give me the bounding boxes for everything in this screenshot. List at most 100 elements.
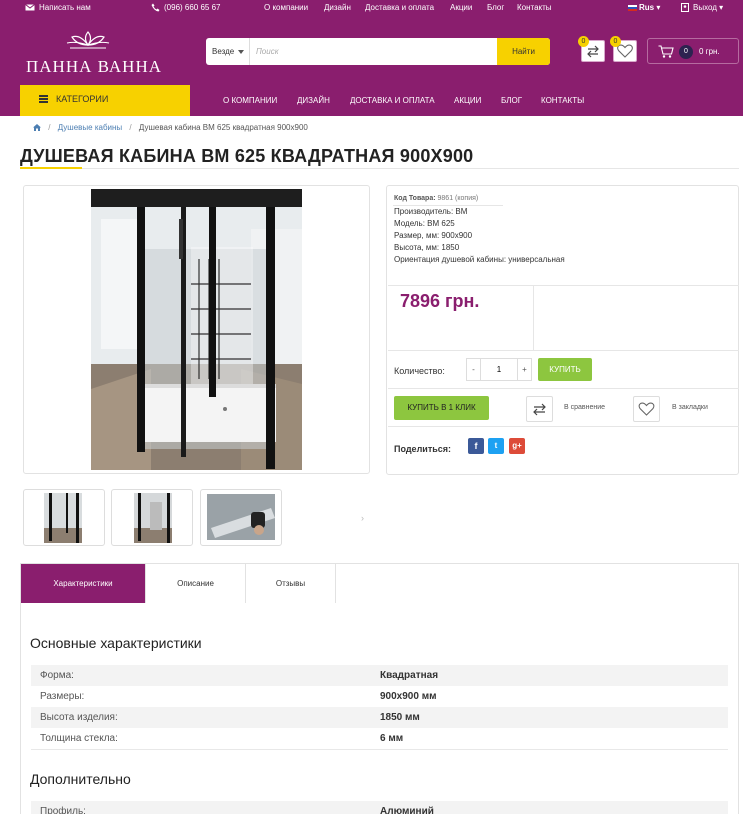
add-to-wishlist-button[interactable] xyxy=(633,396,660,422)
write-us-link[interactable]: Написать нам xyxy=(25,3,91,12)
tab-description[interactable]: Описание xyxy=(146,564,246,603)
thumbnail-image xyxy=(44,493,82,543)
nav-item-delivery[interactable]: ДОСТАВКА И ОПЛАТА xyxy=(350,96,435,105)
compare-button[interactable]: 0 xyxy=(578,36,605,62)
nav-item-contacts[interactable]: КОНТАКТЫ xyxy=(541,96,584,105)
phone-icon xyxy=(151,3,160,12)
twitter-share-icon[interactable]: t xyxy=(488,438,504,454)
product-tabs: Характеристики Описание Отзывы xyxy=(20,563,739,603)
title-divider xyxy=(20,168,739,169)
thumbnail-1[interactable] xyxy=(23,489,105,546)
gallery-next-arrow[interactable]: › xyxy=(361,513,364,523)
categories-button[interactable]: КАТЕГОРИИ xyxy=(20,85,190,116)
product-photo[interactable] xyxy=(91,189,302,470)
google-plus-share-icon[interactable]: g+ xyxy=(509,438,525,454)
top-link-contacts[interactable]: Контакты xyxy=(517,3,552,12)
thumbnail-3[interactable] xyxy=(200,489,282,546)
quantity-stepper: - + xyxy=(466,358,532,381)
title-accent-bar xyxy=(20,167,82,169)
tab-reviews[interactable]: Отзывы xyxy=(246,564,336,603)
divider xyxy=(388,426,739,427)
attr-manufacturer: Производитель: BM xyxy=(394,207,468,216)
header: ПАННА ВАННА Везде Найти 0 0 0 0 грн. xyxy=(0,15,743,85)
heart-icon xyxy=(638,402,655,416)
top-bar: Написать нам (096) 660 65 67 О компании … xyxy=(0,0,743,15)
breadcrumb-separator: / xyxy=(48,123,51,132)
logo-text[interactable]: ПАННА ВАННА xyxy=(26,57,162,77)
user-icon xyxy=(681,3,689,13)
divider xyxy=(31,749,728,750)
flag-ru-icon xyxy=(628,4,637,11)
wishlist-button[interactable]: 0 xyxy=(610,36,637,62)
top-link-about[interactable]: О компании xyxy=(264,3,308,12)
divider xyxy=(393,205,503,206)
buy-one-click-button[interactable]: КУПИТЬ В 1 КЛИК xyxy=(394,396,489,420)
breadcrumb-link-category[interactable]: Душевые кабины xyxy=(58,123,122,132)
spec-value: 900x900 мм xyxy=(380,691,437,702)
top-link-promo[interactable]: Акции xyxy=(450,3,472,12)
product-code-label: Код Товара: xyxy=(394,195,436,202)
language-selector[interactable]: Rus ▾ xyxy=(628,3,660,12)
wishlist-count-badge: 0 xyxy=(610,36,621,47)
compare-arrows-icon xyxy=(533,403,546,416)
add-to-compare-button[interactable] xyxy=(526,396,553,422)
phone-link[interactable]: (096) 660 65 67 xyxy=(151,3,221,12)
nav-item-about[interactable]: О КОМПАНИИ xyxy=(223,96,277,105)
quantity-input[interactable] xyxy=(481,359,517,380)
add-to-compare-label[interactable]: В сравнение xyxy=(564,404,605,411)
language-label: Rus xyxy=(639,3,655,12)
product-code: Код Товара: 9861 (копия) xyxy=(394,195,478,202)
home-icon[interactable] xyxy=(33,124,41,131)
phone-number: (096) 660 65 67 xyxy=(164,3,221,12)
nav-item-design[interactable]: ДИЗАЙН xyxy=(297,96,330,105)
main-nav: КАТЕГОРИИ О КОМПАНИИ ДИЗАЙН ДОСТАВКА И О… xyxy=(0,85,743,116)
chevron-down-icon: ▾ xyxy=(719,3,724,12)
cart-count-badge: 0 xyxy=(679,45,693,59)
attr-model: Модель: BM 625 xyxy=(394,219,455,228)
cart-total: 0 грн. xyxy=(699,47,720,56)
product-price: 7896 грн. xyxy=(400,291,480,311)
top-link-blog[interactable]: Блог xyxy=(487,3,504,12)
chevron-down-icon xyxy=(238,50,244,54)
breadcrumb-current: Душевая кабина BM 625 квадратная 900x900 xyxy=(138,123,308,132)
search-scope-label: Везде xyxy=(212,47,235,56)
facebook-share-icon[interactable]: f xyxy=(468,438,484,454)
chevron-down-icon: ▾ xyxy=(656,3,661,12)
attr-height: Высота, мм: 1850 xyxy=(394,243,460,252)
search-button[interactable]: Найти xyxy=(497,38,550,65)
spec-key: Форма: xyxy=(40,670,74,681)
divider xyxy=(533,286,534,350)
logout-link[interactable]: Выход ▾ xyxy=(681,3,724,13)
quantity-decrease-button[interactable]: - xyxy=(467,359,481,380)
thumbnail-2[interactable] xyxy=(111,489,193,546)
top-link-delivery[interactable]: Доставка и оплата xyxy=(365,3,434,12)
write-us-label: Написать нам xyxy=(39,3,91,12)
top-link-design[interactable]: Дизайн xyxy=(324,3,351,12)
logout-label: Выход xyxy=(693,3,717,12)
nav-item-blog[interactable]: БЛОГ xyxy=(501,96,522,105)
lotus-logo-icon xyxy=(66,31,110,49)
table-row: Размеры: 900x900 мм xyxy=(31,686,728,707)
attr-orientation: Ориентация душевой кабины: универсальная xyxy=(394,255,565,264)
extra-specs-title: Дополнительно xyxy=(30,771,131,787)
quantity-increase-button[interactable]: + xyxy=(517,359,531,380)
spec-key: Толщина стекла: xyxy=(40,733,118,744)
cart-icon xyxy=(658,45,674,58)
spec-key: Размеры: xyxy=(40,691,85,702)
divider xyxy=(388,350,739,351)
thumbnail-image xyxy=(207,494,275,540)
breadcrumb-separator: / xyxy=(129,123,132,132)
menu-icon xyxy=(39,95,48,103)
thumbnail-gallery: ‹ › xyxy=(23,489,370,547)
attr-size: Размер, мм: 900x900 xyxy=(394,231,473,240)
tab-specs[interactable]: Характеристики xyxy=(21,564,146,603)
cart-button[interactable]: 0 0 грн. xyxy=(647,38,739,64)
spec-value: Квадратная xyxy=(380,670,439,681)
buy-button[interactable]: КУПИТЬ xyxy=(538,358,592,381)
divider xyxy=(388,285,739,286)
thumbnail-image xyxy=(134,493,172,543)
product-code-value: 9861 (копия) xyxy=(437,195,479,202)
add-to-wishlist-label[interactable]: В закладки xyxy=(672,404,708,411)
search-input[interactable] xyxy=(256,38,496,65)
nav-item-promo[interactable]: АКЦИИ xyxy=(454,96,481,105)
